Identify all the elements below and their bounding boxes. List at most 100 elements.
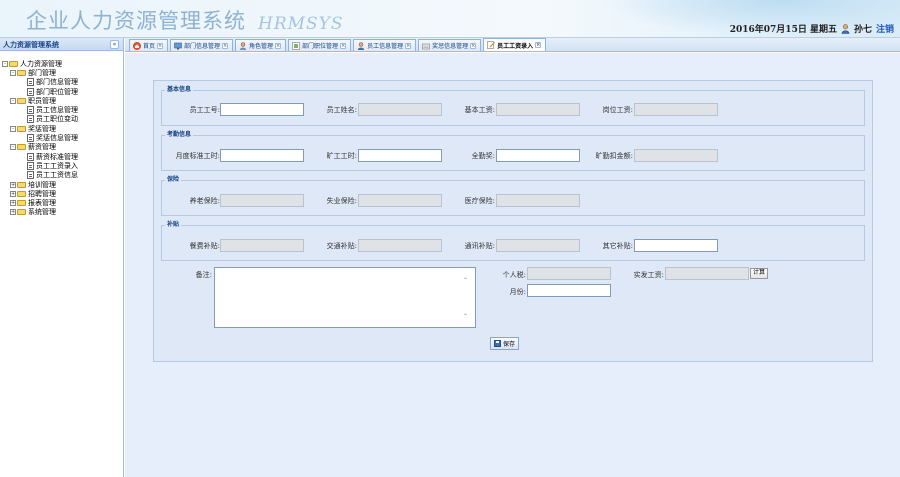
main-content: 基本信息 员工工号: 员工姓名: 基本工资: 岗位工资: 考勤信息 月度标准工时… [125, 53, 900, 477]
tree-group[interactable]: + 系统管理 [2, 208, 123, 217]
file-icon [27, 171, 34, 180]
remark-textarea[interactable] [214, 267, 476, 328]
expand-toggle-icon[interactable]: + [10, 190, 16, 197]
file-icon [27, 87, 34, 96]
tree-group[interactable]: - 部门管理 [2, 68, 123, 77]
tree-item[interactable]: 薪资标准管理 [2, 152, 123, 161]
folder-icon [17, 97, 26, 104]
attendance-bonus-input[interactable] [496, 149, 580, 162]
collapse-toggle-icon[interactable]: - [10, 125, 16, 132]
tree-group[interactable]: + 报表管理 [2, 198, 123, 207]
current-date: 2016年07月15日 星期五 [729, 25, 837, 35]
standard-hours-input[interactable] [220, 149, 304, 162]
remark-label: 备注: [195, 271, 212, 279]
file-icon [27, 106, 34, 115]
other-allowance-input[interactable] [634, 239, 718, 252]
standard-hours-label: 月度标准工时: [175, 152, 220, 160]
month-input[interactable] [527, 284, 611, 297]
folder-icon [17, 144, 26, 151]
unemployment-insurance-label: 失业保险: [326, 197, 357, 205]
calculate-button[interactable]: 计算 [750, 268, 769, 279]
app-title: 企业人力资源管理系统 [26, 9, 246, 33]
income-tax-input[interactable] [527, 267, 611, 280]
file-icon [27, 134, 34, 143]
post-salary-label: 岗位工资: [602, 106, 633, 114]
unemployment-insurance-input[interactable] [358, 194, 442, 207]
tree-item[interactable]: 员工职位变动 [2, 115, 123, 124]
file-icon [27, 78, 34, 87]
traffic-allowance-input[interactable] [358, 239, 442, 252]
edit-icon [487, 41, 496, 49]
file-icon [27, 152, 34, 161]
base-salary-input[interactable] [496, 103, 580, 116]
tree-group[interactable]: - 职员管理 [2, 96, 123, 105]
app-logo-text: HRMSYS [258, 14, 344, 34]
logout-link[interactable]: 注销 [876, 22, 894, 35]
tab-label: 员工信息管理 [367, 43, 404, 50]
tab-department[interactable]: 部门信息管理 × [170, 39, 234, 51]
tab-reward[interactable]: 奖惩信息管理 × [418, 39, 482, 51]
medical-insurance-input[interactable] [496, 194, 580, 207]
collapse-toggle-icon[interactable]: - [10, 69, 16, 76]
sidebar-header: 人力资源管理系统 « [0, 38, 123, 51]
phone-allowance-input[interactable] [496, 239, 580, 252]
file-icon [27, 115, 34, 124]
actual-salary-input[interactable] [665, 267, 749, 280]
tab-close-icon[interactable]: × [222, 42, 229, 49]
expand-toggle-icon[interactable]: + [10, 181, 16, 188]
expand-toggle-icon[interactable]: + [10, 209, 16, 216]
tab-label: 奖惩信息管理 [432, 43, 469, 50]
collapse-toggle-icon[interactable]: - [10, 97, 16, 104]
tree-item[interactable]: 部门职位管理 [2, 87, 123, 96]
tab-close-icon[interactable]: × [535, 42, 542, 48]
tree-item[interactable]: 部门信息管理 [2, 78, 123, 87]
collapse-toggle-icon[interactable]: - [10, 144, 16, 151]
app-header: 企业人力资源管理系统 HRMSYS 2016年07月15日 星期五 孙七 注销 [0, 0, 900, 38]
pension-insurance-input[interactable] [220, 194, 304, 207]
save-button-label: 保存 [503, 342, 516, 348]
traffic-allowance-label: 交通补贴: [326, 242, 357, 250]
tree-group[interactable]: - 奖惩管理 [2, 124, 123, 133]
tree-group[interactable]: + 培训管理 [2, 180, 123, 189]
tree-group[interactable]: + 招聘管理 [2, 189, 123, 198]
tree-item[interactable]: 奖惩信息管理 [2, 133, 123, 142]
tree-item[interactable]: 员工工资录入 [2, 161, 123, 170]
tab-employee[interactable]: 员工信息管理 × [353, 39, 417, 51]
tab-close-icon[interactable]: × [470, 42, 477, 49]
medical-insurance-label: 医疗保险: [464, 197, 495, 205]
tab-close-icon[interactable]: × [405, 42, 412, 49]
attendance-bonus-label: 全勤奖: [471, 152, 495, 160]
post-salary-input[interactable] [634, 103, 718, 116]
file-icon [27, 161, 34, 170]
tree-item[interactable]: 员工信息管理 [2, 105, 123, 114]
tab-close-icon[interactable]: × [340, 42, 347, 49]
tree-root[interactable]: - 人力资源管理 [2, 59, 123, 68]
user-icon [841, 23, 850, 34]
other-allowance-label: 其它补贴: [602, 242, 633, 250]
tab-position[interactable]: 部门职位管理 × [288, 39, 352, 51]
scroll-down-icon[interactable]: ⌄ [463, 310, 870, 317]
employee-icon [357, 41, 365, 50]
tab-edit[interactable]: 员工工资录入 × [483, 38, 547, 51]
sidebar-collapse-button[interactable]: « [110, 40, 119, 49]
expand-toggle-icon[interactable]: + [10, 200, 16, 207]
employee-name-input[interactable] [358, 103, 442, 116]
tab-close-icon[interactable]: × [275, 42, 282, 49]
absent-hours-input[interactable] [358, 149, 442, 162]
folder-icon [17, 200, 26, 207]
tab-role[interactable]: 角色管理 × [235, 39, 287, 51]
save-button[interactable]: 保存 [490, 337, 520, 350]
department-icon [174, 42, 182, 50]
collapse-toggle-icon[interactable]: - [2, 60, 8, 67]
tree-item[interactable]: 员工工资信息 [2, 171, 123, 180]
tab-close-icon[interactable]: × [157, 42, 164, 49]
meal-allowance-input[interactable] [220, 239, 304, 252]
role-icon [239, 41, 247, 50]
employee-no-input[interactable] [220, 103, 304, 116]
absence-deduction-input[interactable] [634, 149, 718, 162]
tab-label: 首页 [143, 43, 156, 50]
employee-no-label: 员工工号: [189, 106, 220, 114]
tab-home[interactable]: 首页 × [129, 39, 169, 51]
tab-label: 员工工资录入 [497, 42, 534, 50]
tree-group[interactable]: - 薪资管理 [2, 143, 123, 152]
